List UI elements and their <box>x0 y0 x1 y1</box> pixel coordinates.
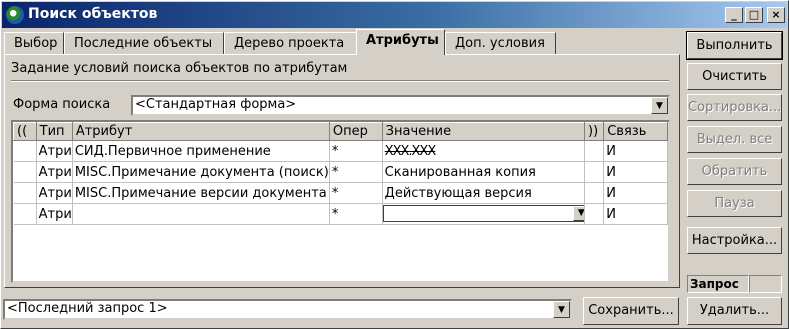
save-button[interactable]: Сохранить... <box>583 297 679 325</box>
query-status-value <box>749 275 782 293</box>
cell-open-paren[interactable] <box>13 161 37 183</box>
cell-close-paren[interactable] <box>584 182 605 204</box>
query-status-label: Запрос <box>687 275 749 293</box>
cell-type[interactable]: Атри <box>36 140 73 162</box>
column-header-open-paren[interactable]: (( <box>13 122 37 141</box>
cell-operator[interactable]: * <box>329 161 383 183</box>
cell-value-editor[interactable]: ▼ <box>382 203 586 225</box>
cell-attribute[interactable]: MISC.Примечание версии документа <box>72 182 330 204</box>
column-header-close-paren[interactable]: )) <box>584 122 605 141</box>
invert-button[interactable]: Обратить <box>687 158 782 185</box>
cell-attribute[interactable] <box>72 203 330 225</box>
delete-button[interactable]: Удалить... <box>687 297 782 325</box>
settings-button[interactable]: Настройка... <box>687 227 782 254</box>
column-header-link[interactable]: Связь <box>603 122 668 141</box>
cell-link[interactable]: И <box>603 161 668 183</box>
table-row[interactable]: Атри MISC.Примечание версии документа * … <box>13 182 668 204</box>
cell-type[interactable]: Атри <box>36 203 73 225</box>
minimize-button[interactable]: _ <box>725 7 743 23</box>
cell-close-paren[interactable] <box>584 203 605 225</box>
last-query-select[interactable]: <Последний запрос 1> ▼ <box>3 299 572 320</box>
sort-button[interactable]: Сортировка... <box>687 94 782 121</box>
cell-link[interactable]: И <box>603 140 668 162</box>
chevron-down-icon[interactable]: ▼ <box>572 206 584 221</box>
search-form-value: <Стандартная форма> <box>135 97 297 112</box>
cell-value[interactable]: ХХХ.ХХХ <box>382 140 586 162</box>
cell-operator[interactable]: * <box>329 182 383 204</box>
chevron-down-icon[interactable]: ▼ <box>553 301 570 318</box>
search-objects-window: Поиск объектов _ □ × Выбор Последние объ… <box>0 0 789 329</box>
cell-attribute[interactable]: СИД.Первичное применение <box>72 140 330 162</box>
cell-link[interactable]: И <box>603 182 668 204</box>
search-form-select[interactable]: <Стандартная форма> ▼ <box>131 95 670 116</box>
tab-extra-conditions[interactable]: Доп. условия <box>445 32 556 54</box>
cell-value[interactable]: Действующая версия <box>382 182 586 204</box>
app-globe-icon <box>6 6 24 24</box>
table-row[interactable]: Атри * ▼ И <box>13 203 668 225</box>
value-dropdown[interactable]: ▼ <box>382 205 584 222</box>
cell-open-paren[interactable] <box>13 140 37 162</box>
window-title: Поиск объектов <box>28 6 158 22</box>
cell-type[interactable]: Атри <box>36 161 73 183</box>
tab-project-tree[interactable]: Дерево проекта <box>224 32 357 54</box>
table-row[interactable]: Атри MISC.Примечание документа (поиск) *… <box>13 161 668 183</box>
column-header-attribute[interactable]: Атрибут <box>71 122 330 141</box>
divider <box>11 80 669 82</box>
column-header-operator[interactable]: Опер <box>328 122 383 141</box>
close-button[interactable]: × <box>767 7 785 23</box>
title-bar[interactable]: Поиск объектов _ □ × <box>2 2 787 28</box>
cell-open-paren[interactable] <box>13 203 37 225</box>
panel-heading: Задание условий поиска объектов по атриб… <box>11 61 348 76</box>
table-row[interactable]: Атри СИД.Первичное применение * ХХХ.ХХХ … <box>13 140 668 162</box>
tab-recent-objects[interactable]: Последние объекты <box>64 32 224 54</box>
cell-type[interactable]: Атри <box>36 182 73 204</box>
pause-button[interactable]: Пауза <box>687 190 782 217</box>
cell-value[interactable]: Сканированная копия <box>382 161 586 183</box>
cell-close-paren[interactable] <box>584 161 605 183</box>
column-header-type[interactable]: Тип <box>35 122 73 141</box>
clear-button[interactable]: Очистить <box>687 63 782 90</box>
maximize-button[interactable]: □ <box>745 7 763 23</box>
conditions-grid[interactable]: (( Тип Атрибут Опер Значение )) Связь Ат… <box>11 120 670 283</box>
execute-button[interactable]: Выполнить <box>686 31 783 60</box>
select-all-button[interactable]: Выдел. все <box>687 126 782 153</box>
cell-operator[interactable]: * <box>329 140 383 162</box>
search-form-label: Форма поиска <box>13 97 111 112</box>
cell-link[interactable]: И <box>603 203 668 225</box>
tab-vybor[interactable]: Выбор <box>4 32 64 54</box>
cell-operator[interactable]: * <box>329 203 383 225</box>
cell-close-paren[interactable] <box>584 140 605 162</box>
tab-attributes[interactable]: Атрибуты <box>356 29 445 55</box>
last-query-value: <Последний запрос 1> <box>7 301 168 316</box>
cell-attribute[interactable]: MISC.Примечание документа (поиск) <box>72 161 330 183</box>
chevron-down-icon[interactable]: ▼ <box>651 97 668 114</box>
column-header-value[interactable]: Значение <box>381 122 586 141</box>
cell-open-paren[interactable] <box>13 182 37 204</box>
